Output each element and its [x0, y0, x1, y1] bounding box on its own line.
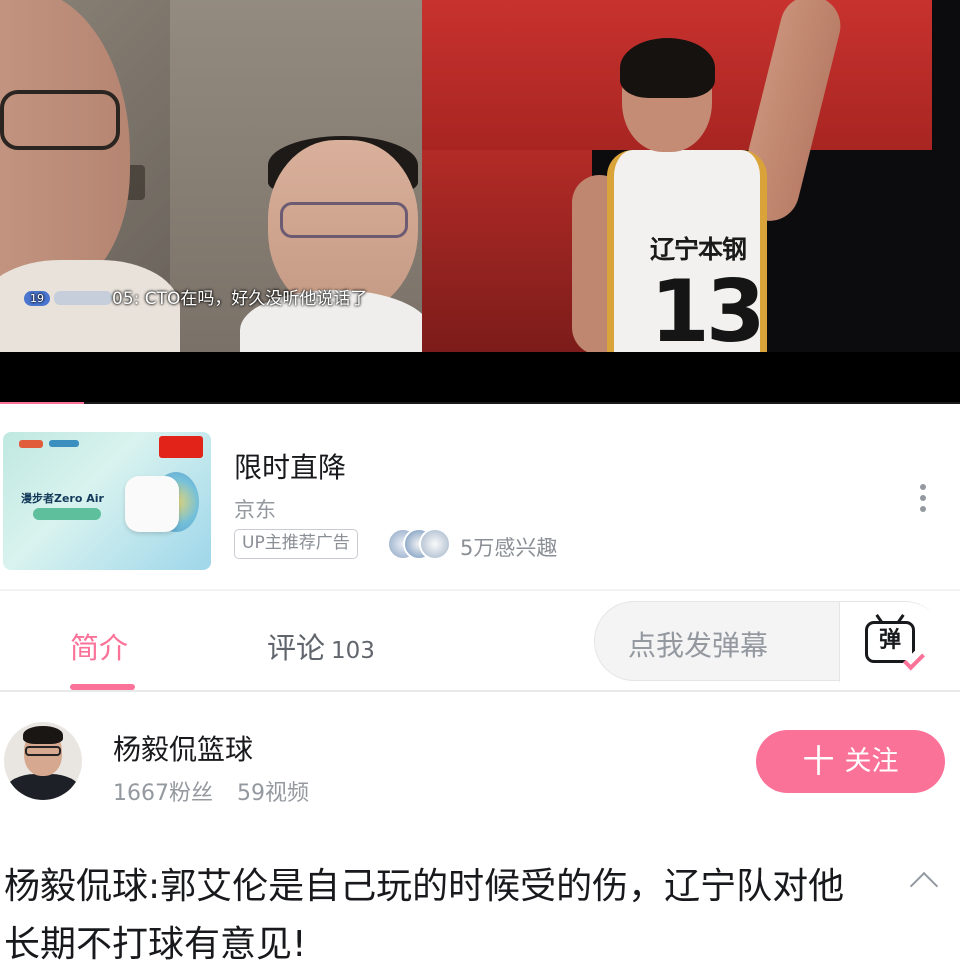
video-progress-bar[interactable] [0, 402, 960, 404]
ad-source: 京东 [234, 498, 276, 522]
uploader-info: 杨毅侃篮球 1667粉丝 59视频 十关注 [0, 692, 960, 832]
blurred-username [54, 291, 112, 305]
avatar[interactable] [4, 722, 82, 800]
video-frame-right: 辽宁本钢 13 [422, 0, 960, 352]
ad-title[interactable]: 限时直降 [234, 446, 346, 486]
tab-intro[interactable]: 简介 [70, 625, 128, 667]
danmaku-input[interactable]: 点我发弹幕 弹 [594, 601, 945, 682]
interested-avatars [387, 528, 453, 560]
video-frame-left: 19 05: CTO在吗，好久没听他说话了 [0, 0, 422, 352]
jersey-number: 13 [650, 262, 766, 352]
more-vertical-icon[interactable] [912, 484, 934, 520]
jersey-team-text: 辽宁本钢 [650, 235, 747, 264]
uploader-name[interactable]: 杨毅侃篮球 [113, 728, 253, 768]
user-level-badge: 19 [24, 291, 50, 306]
avatar [419, 528, 451, 560]
comments-count: 103 [331, 638, 375, 664]
ad-image[interactable]: 漫步者Zero Air [3, 432, 211, 570]
video-progress-fill [0, 402, 84, 404]
tab-bar: 简介 评论 103 点我发弹幕 弹 [0, 591, 960, 691]
video-title: 杨毅侃球:郭艾伦是自己玩的时候受的伤，辽宁队对他长期不打球有意见! [4, 866, 845, 965]
jd-logo [159, 436, 203, 458]
uploader-stats: 1667粉丝 59视频 [113, 775, 309, 807]
danmaku-placeholder: 点我发弹幕 [628, 629, 769, 662]
ad-card[interactable]: 漫步者Zero Air 限时直降 京东 UP主推荐广告 5万感兴趣 [0, 406, 960, 590]
ad-image-brand: 漫步者Zero Air [21, 492, 104, 505]
chevron-up-icon[interactable] [906, 866, 942, 896]
follow-button[interactable]: 十关注 [756, 730, 945, 793]
earbuds-product [125, 476, 179, 532]
video-count: 59视频 [237, 781, 309, 806]
ad-interest-count: 5万感兴趣 [460, 536, 558, 560]
video-player[interactable]: 19 05: CTO在吗，好久没听他说话了 辽宁本钢 13 [0, 0, 960, 404]
danmaku-comment: 19 05: CTO在吗，好久没听他说话了 [24, 287, 414, 312]
tab-comments[interactable]: 评论 103 [267, 625, 375, 667]
plus-icon: 十 [802, 743, 835, 779]
follower-count: 1667粉丝 [113, 781, 213, 806]
danmaku-toggle-button[interactable]: 弹 [839, 602, 945, 682]
ad-tag: UP主推荐广告 [234, 529, 358, 559]
